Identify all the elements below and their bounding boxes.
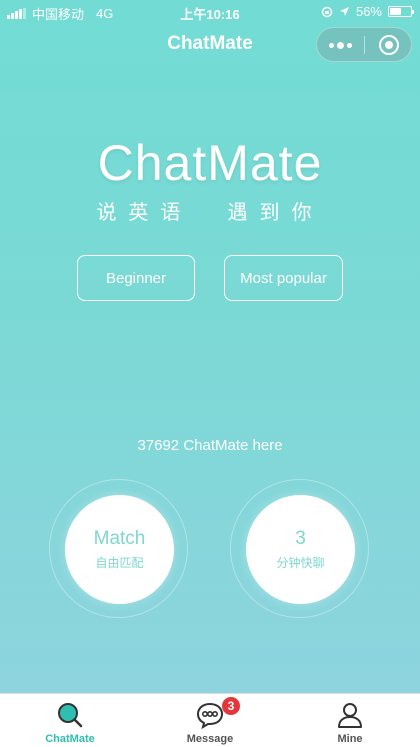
match-label: Match <box>93 528 146 549</box>
mini-program-capsule <box>316 27 412 62</box>
tab-chatmate[interactable]: ChatMate <box>0 694 140 747</box>
tab-message[interactable]: Message <box>140 694 280 747</box>
tab-label: ChatMate <box>45 733 95 745</box>
quick-chat-ring: 3 分钟快聊 <box>230 479 369 618</box>
battery-icon <box>388 6 414 17</box>
battery-percent: 56% <box>355 4 382 19</box>
slogan: 说英语 遇到你 <box>96 202 324 224</box>
quick-chat-button[interactable]: 3 分钟快聊 <box>246 495 355 604</box>
brand-logo-text: ChatMate <box>97 135 323 191</box>
online-count: 37692 ChatMate here <box>137 437 283 454</box>
quick-chat-minutes: 3 <box>295 528 306 549</box>
capsule-divider <box>364 36 365 54</box>
tab-label: Mine <box>337 733 363 745</box>
home-screen: 中国移动 4G 上午10:16 56% ChatMate ChatMate 说英… <box>0 0 420 693</box>
status-bar: 中国移动 4G 上午10:16 56% <box>0 0 420 24</box>
match-button[interactable]: Match 自由匹配 <box>65 495 174 604</box>
match-sublabel: 自由匹配 <box>95 556 144 570</box>
more-icon[interactable] <box>329 42 352 49</box>
message-icon <box>196 702 224 730</box>
tab-label: Message <box>186 733 234 745</box>
tab-bar: ChatMate Message Mine 3 <box>0 693 420 747</box>
beginner-button[interactable]: Beginner <box>77 255 195 301</box>
search-icon <box>58 703 83 728</box>
rotation-lock-icon <box>321 6 333 17</box>
unread-badge: 3 <box>222 697 240 715</box>
location-icon <box>339 7 349 16</box>
battery-fill <box>390 8 402 15</box>
most-popular-button[interactable]: Most popular <box>224 255 343 301</box>
close-icon[interactable] <box>379 35 399 55</box>
tab-mine[interactable]: Mine <box>280 694 420 747</box>
user-icon <box>338 703 362 728</box>
quick-chat-sublabel: 分钟快聊 <box>276 556 325 570</box>
status-right: 56% <box>321 4 414 19</box>
match-ring: Match 自由匹配 <box>49 479 188 618</box>
